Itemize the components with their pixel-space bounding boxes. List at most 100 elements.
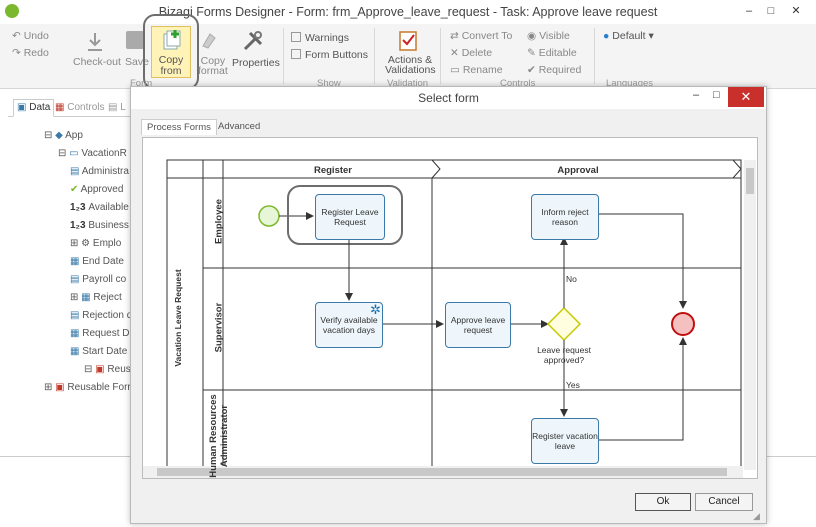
tree-item[interactable]: ⊞ ▦ Reject — [70, 292, 122, 303]
collapse-icon: ⊟ — [44, 130, 56, 141]
vertical-scroll-thumb — [746, 168, 754, 194]
dialog-close-button[interactable]: ✕ — [728, 87, 764, 107]
window-title: Bizagi Forms Designer - Form: frm_Approv… — [158, 5, 658, 19]
number-icon: 1₂3 — [70, 202, 89, 213]
layout-icon: ▤ — [108, 102, 121, 113]
ok-button[interactable]: Ok — [635, 493, 691, 511]
visible-button[interactable]: ◉ Visible — [527, 30, 570, 42]
required-button[interactable]: ✔ Required — [527, 64, 581, 76]
copy-format-button[interactable]: Copy format — [198, 56, 228, 77]
convert-icon: ⇄ — [450, 30, 462, 42]
language-dropdown[interactable]: ● Default ▾ — [603, 30, 654, 42]
phase-register: Register — [313, 165, 352, 176]
ribbon-separator — [594, 28, 595, 84]
field-icon: ▤ — [70, 166, 82, 177]
checkout-button[interactable]: Check-out — [73, 56, 121, 68]
cancel-button[interactable]: Cancel — [695, 493, 753, 511]
redo-icon: ↷ — [12, 47, 24, 59]
date-icon: ▦ — [70, 346, 83, 357]
delete-button[interactable]: ✕ Delete — [450, 47, 492, 59]
tab-advanced[interactable]: Advanced — [213, 119, 265, 134]
tree-item[interactable]: ⊞ ▣ Reusable Forr — [44, 382, 131, 393]
eye-icon: ◉ — [527, 30, 540, 42]
minimize-button[interactable]: – — [738, 3, 760, 19]
undo-icon: ↶ — [12, 30, 24, 42]
delete-icon: ✕ — [450, 47, 462, 59]
close-button[interactable]: ✕ — [785, 3, 807, 19]
phase-approval: Approval — [557, 165, 599, 176]
check-icon: ✔ — [527, 64, 539, 76]
checkout-icon — [84, 30, 106, 52]
entity-icon: ▭ — [69, 148, 82, 159]
form-icon: ▣ — [55, 382, 68, 393]
dialog-minimize-button[interactable]: – — [693, 89, 699, 101]
number-icon: 1₂3 — [70, 220, 89, 231]
checkbox-icon — [291, 49, 301, 59]
dialog-tabs: Process Forms Advanced — [141, 119, 757, 135]
gear-icon: ✲ — [370, 302, 381, 317]
tree-item[interactable]: 1₂3 Available d — [70, 202, 137, 213]
checkbox-icon — [291, 32, 301, 42]
rename-button[interactable]: ▭ Rename — [450, 64, 503, 76]
field-icon: ▤ — [70, 274, 83, 285]
dialog-title: Select form — [418, 91, 479, 105]
form-icon: ▣ — [95, 364, 108, 375]
phase-separator — [732, 159, 742, 179]
gateway — [546, 306, 582, 342]
expand-icon: ⊞ — [70, 292, 82, 303]
tree-item[interactable]: ▤ Payroll co — [70, 274, 126, 285]
lane-employee: Employee — [213, 199, 225, 244]
task-inform-reject[interactable]: Inform reject reason — [531, 194, 599, 240]
edit-icon: ✎ — [527, 47, 539, 59]
tab-data[interactable]: ▣ Data — [13, 99, 55, 117]
field-icon: ▤ — [70, 310, 83, 321]
maximize-button[interactable]: □ — [760, 3, 782, 19]
tree-item[interactable]: ▤ Administra — [70, 166, 129, 177]
task-register-leave[interactable]: Register Leave Request — [315, 194, 385, 240]
tree-item[interactable]: ▦ Request Da — [70, 328, 135, 339]
tree-item-app[interactable]: ⊟ ◆ App — [44, 130, 83, 141]
expand-icon: ⊞ — [44, 382, 56, 393]
properties-button[interactable]: Properties — [232, 57, 280, 69]
task-verify-vacation[interactable]: Verify available vacation days ✲ — [315, 302, 383, 348]
date-icon: ▦ — [70, 328, 83, 339]
dialog-maximize-button[interactable]: □ — [713, 89, 720, 101]
convert-to-button[interactable]: ⇄ Convert To — [450, 30, 512, 42]
tree-item[interactable]: ⊞ ⚙ Emplo — [70, 238, 121, 249]
save-icon — [126, 31, 144, 49]
task-approve-leave[interactable]: Approve leave request — [445, 302, 511, 348]
dialog-titlebar: Select form – □ ✕ — [131, 87, 766, 109]
gateway-label: Leave request approved? — [537, 345, 591, 365]
tab-process-forms[interactable]: Process Forms — [141, 119, 217, 135]
warnings-checkbox[interactable]: Warnings — [291, 32, 349, 44]
tree-item[interactable]: ▦ Start Date — [70, 346, 127, 357]
collapse-icon: ⊟ — [58, 148, 70, 159]
window-titlebar: Bizagi Forms Designer - Form: frm_Approv… — [0, 0, 816, 25]
redo-button[interactable]: ↷ Redo — [12, 47, 49, 59]
vertical-scrollbar — [744, 160, 756, 470]
ribbon-separator — [374, 28, 375, 84]
ribbon-separator — [440, 28, 441, 84]
flow-label-no: No — [566, 274, 577, 284]
editable-button[interactable]: ✎ Editable — [527, 47, 577, 59]
tree-item[interactable]: 1₂3 Business d — [70, 220, 137, 231]
left-panel: ▣ Data ▦ Controls ▤ L ⊟ ◆ App ⊟ ▭ Vacati… — [8, 96, 150, 456]
resize-grip-icon[interactable]: ◢ — [753, 511, 760, 522]
copy-format-icon — [200, 30, 218, 50]
tree-item[interactable]: ▤ Rejection d — [70, 310, 132, 321]
actions-validations-icon — [398, 29, 418, 51]
tree-item[interactable]: ▦ End Date — [70, 256, 124, 267]
undo-button[interactable]: ↶ Undo — [12, 30, 49, 42]
form-buttons-checkbox[interactable]: Form Buttons — [291, 49, 368, 61]
task-register-vacation[interactable]: Register vacation leave — [531, 418, 599, 464]
dropdown-arrow-icon: ▾ — [645, 30, 654, 42]
lane-supervisor: Supervisor — [213, 302, 225, 353]
end-event — [671, 312, 695, 336]
globe-icon: ● — [603, 30, 613, 42]
actions-validations-button[interactable]: Actions & Validations — [385, 55, 436, 76]
tree-item[interactable]: ✔ Approved — [70, 184, 123, 195]
tree-item[interactable]: ⊟ ▭ VacationR — [58, 148, 127, 159]
diagram-canvas: Vacation Leave Request Register Approval… — [142, 137, 758, 479]
tab-controls[interactable]: ▦ Controls — [55, 100, 104, 116]
tab-layout[interactable]: ▤ L — [108, 100, 126, 116]
